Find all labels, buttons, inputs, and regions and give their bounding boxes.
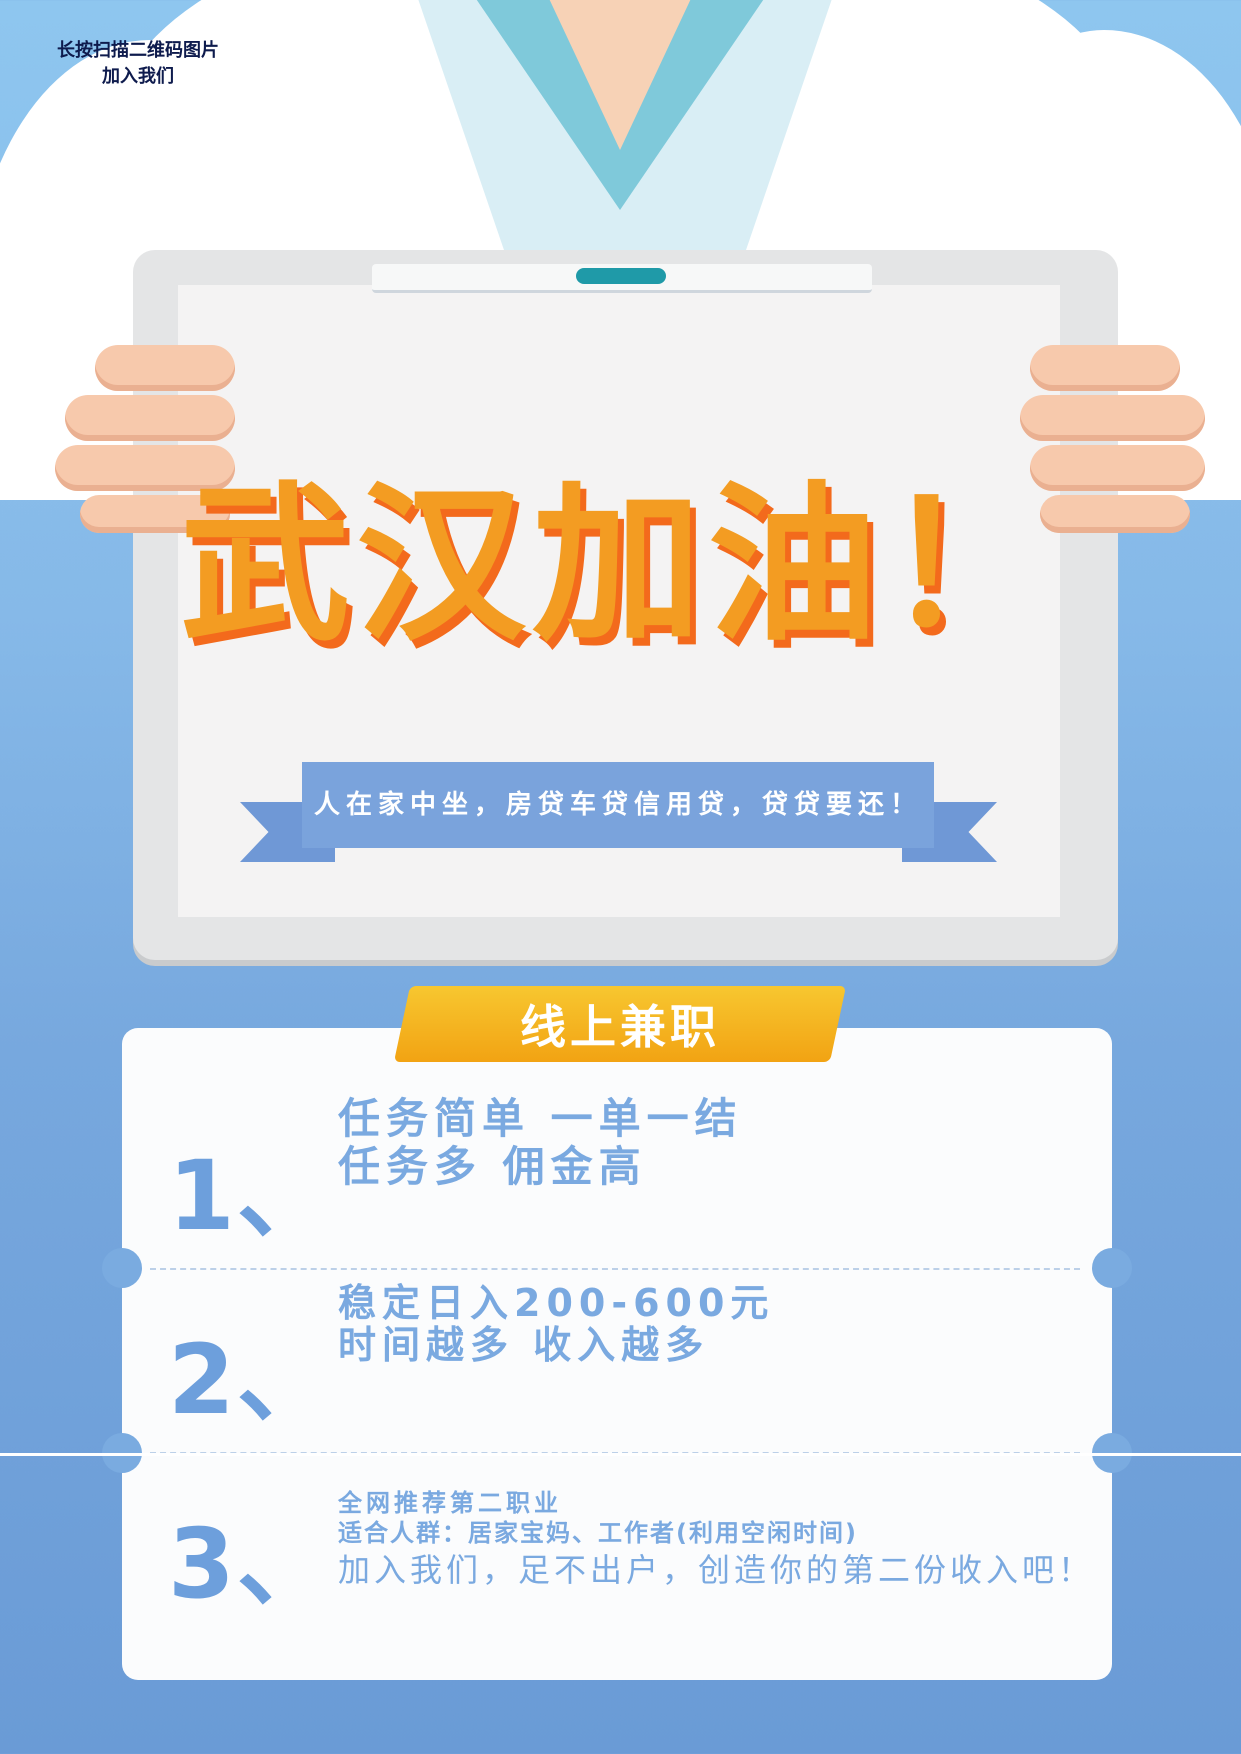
item-2-line1: 稳定日入200-600元 xyxy=(338,1281,775,1325)
item-2-number: 2、 xyxy=(168,1324,335,1436)
item-1-line2: 任务多 佣金高 xyxy=(338,1142,647,1191)
headline: 武汉加油！ xyxy=(179,467,1060,665)
item-3-number: 3、 xyxy=(168,1508,335,1620)
item-3-text: 全网推荐第二职业 适合人群：居家宝妈、工作者(利用空闲时间) 加入我们，足不出户… xyxy=(338,1488,1098,1588)
item-2-text: 稳定日入200-600元 时间越多 收入越多 xyxy=(338,1282,774,1366)
item-1-number: 1、 xyxy=(168,1140,335,1252)
cut-line xyxy=(0,1453,1241,1456)
ribbon-banner: 人在家中坐，房贷车贷信用贷，贷贷要还！ xyxy=(302,762,934,848)
card-notch-left-1 xyxy=(102,1248,142,1288)
card-divider-1 xyxy=(150,1268,1080,1270)
qr-instruction: 长按扫描二维码图片 加入我们 xyxy=(32,38,244,90)
item-3-line2: 适合人群：居家宝妈、工作者(利用空闲时间) xyxy=(338,1519,858,1547)
qr-instruction-line2: 加入我们 xyxy=(102,66,174,87)
item-2-line2: 时间越多 收入越多 xyxy=(338,1323,710,1367)
item-3-line1: 全网推荐第二职业 xyxy=(338,1489,562,1517)
card-notch-right-1 xyxy=(1092,1248,1132,1288)
item-1-text: 任务简单 一单一结 任务多 佣金高 xyxy=(338,1095,743,1191)
tag-label: 线上兼职 xyxy=(520,1000,720,1054)
qr-instruction-line1: 长按扫描二维码图片 xyxy=(57,40,219,61)
item-1-line1: 任务简单 一单一结 xyxy=(338,1094,743,1143)
board-clip-button xyxy=(576,268,666,284)
item-3-body: 加入我们，足不出户，创造你的第二份收入吧！ xyxy=(338,1551,1095,1589)
